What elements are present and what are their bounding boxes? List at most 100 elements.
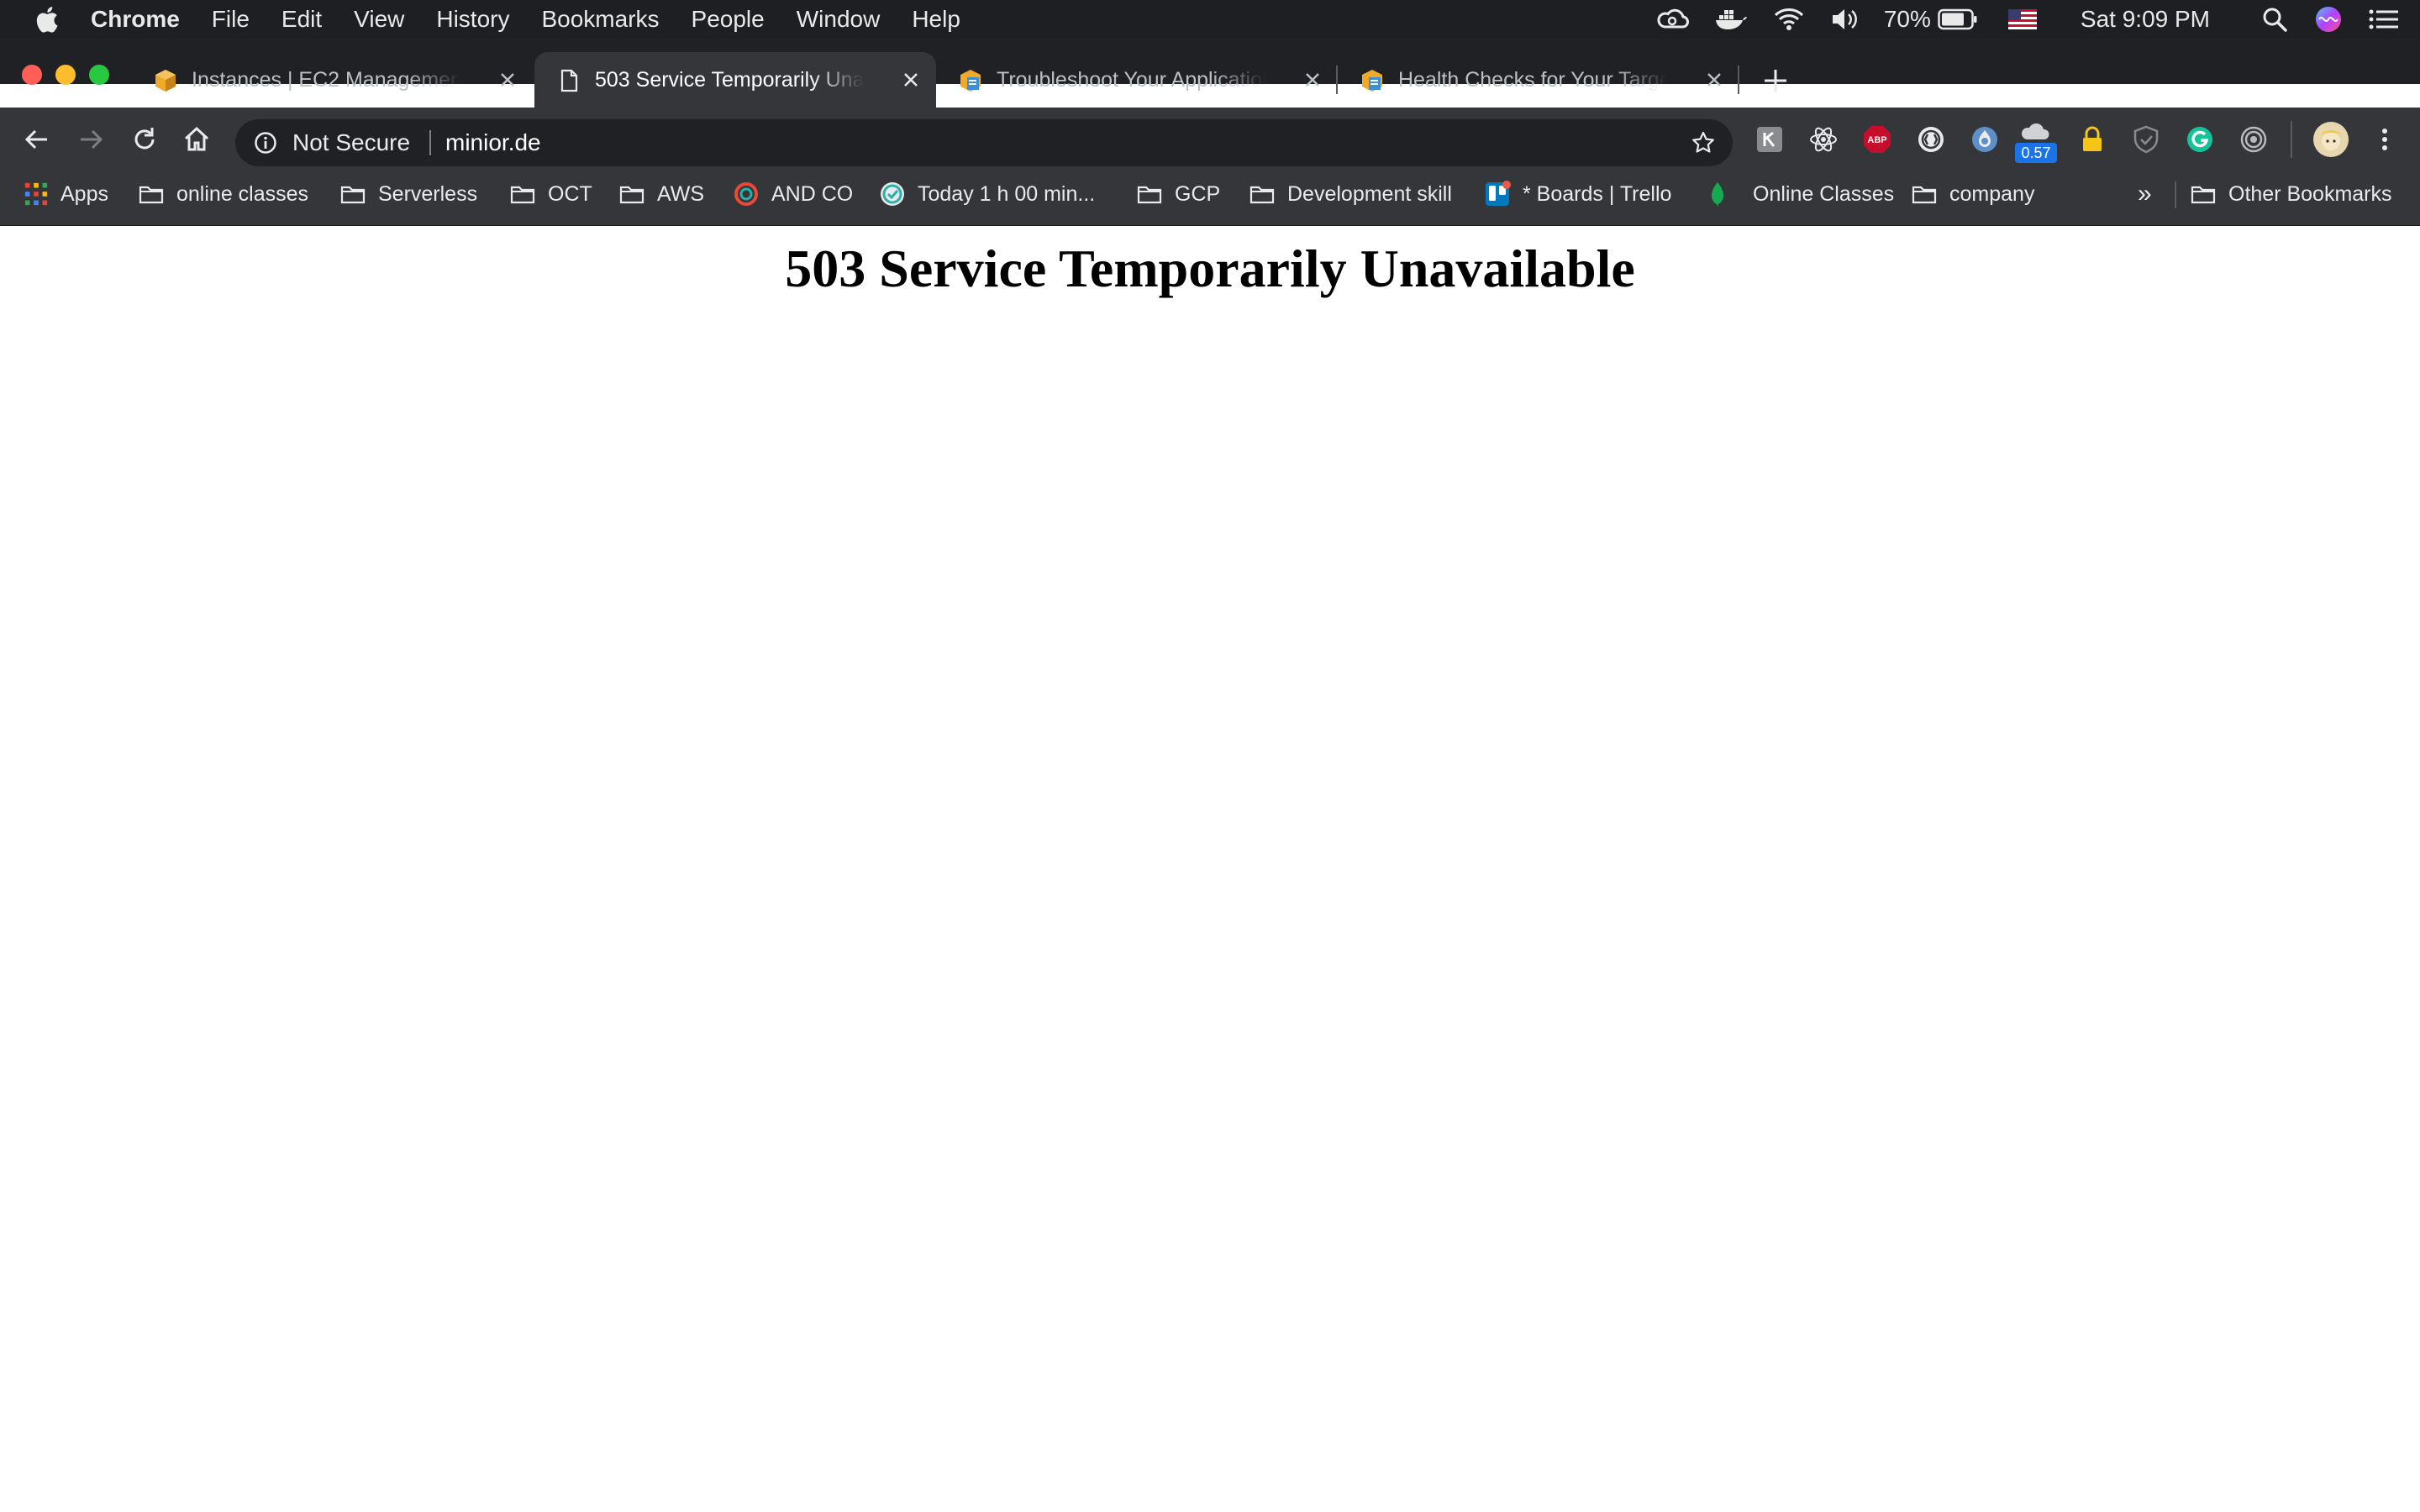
bookmark-label: AWS <box>657 182 705 206</box>
minimize-window-button[interactable] <box>55 65 76 85</box>
close-tab-icon[interactable] <box>1704 70 1724 90</box>
bookmark-label: AND CO <box>771 182 854 206</box>
weather-extension[interactable]: 0.57 <box>2015 119 2057 166</box>
app-menus: Chrome File Edit View History Bookmarks … <box>91 0 992 39</box>
trello-icon <box>1486 181 1511 206</box>
spotlight-search-icon[interactable] <box>2260 5 2289 34</box>
volume-icon[interactable] <box>1830 7 1860 32</box>
tab-title: Instances | EC2 Management Console <box>192 68 460 92</box>
bookmark-label: Other Bookmarks <box>2228 182 2392 206</box>
bookmark-trello-boards[interactable]: * Boards | Trello <box>1484 171 1671 217</box>
tab-separator <box>1738 66 1739 94</box>
bookmark-folder-serverless[interactable]: Serverless <box>339 171 477 217</box>
reload-button[interactable] <box>129 124 160 155</box>
folder-icon <box>340 186 366 204</box>
tab-troubleshoot-load-balancers[interactable]: Troubleshoot Your Application Load Balan… <box>936 52 1338 108</box>
page-heading: 503 Service Temporarily Unavailable <box>785 239 1635 298</box>
menu-help[interactable]: Help <box>912 0 960 39</box>
url-text[interactable]: minior.de <box>445 119 541 166</box>
notification-center-icon[interactable] <box>2368 7 2400 32</box>
andco-icon <box>734 182 758 206</box>
bookmark-folder-development-skill[interactable]: Development skill <box>1249 171 1452 217</box>
close-tab-icon[interactable] <box>1302 70 1323 90</box>
tab-title: Troubleshoot Your Application Load Balan… <box>997 68 1265 92</box>
menu-bookmarks[interactable]: Bookmarks <box>541 0 659 39</box>
bookmark-folder-oct[interactable]: OCT <box>509 171 592 217</box>
bookmark-folder-company[interactable]: company <box>1911 171 2034 217</box>
folder-icon <box>1249 186 1275 204</box>
close-tab-icon[interactable] <box>497 70 518 90</box>
chrome-menu-icon[interactable] <box>2370 124 2400 155</box>
target-icon[interactable] <box>2238 124 2269 155</box>
forward-button[interactable] <box>76 124 106 155</box>
close-tab-icon[interactable] <box>901 70 921 90</box>
menu-view[interactable]: View <box>354 0 404 39</box>
menu-window[interactable]: Window <box>797 0 881 39</box>
toolbar-separator <box>2291 121 2292 158</box>
shield-icon[interactable] <box>2131 124 2161 155</box>
bookmark-label: Development skill <box>1287 182 1452 206</box>
apps-grid-icon <box>24 182 48 206</box>
menu-file[interactable]: File <box>212 0 250 39</box>
bookmark-folder-aws[interactable]: AWS <box>618 171 704 217</box>
clock[interactable]: Sat 9:09 PM <box>2081 0 2210 39</box>
menu-edit[interactable]: Edit <box>281 0 322 39</box>
tab-health-checks-target-groups[interactable]: Health Checks for Your Target Groups <box>1338 52 1739 108</box>
bookmark-folder-online-classes[interactable]: online classes <box>138 171 308 217</box>
bookmark-apps[interactable]: Apps <box>24 171 108 217</box>
back-button[interactable] <box>22 124 52 155</box>
extension-badge: 0.57 <box>2015 143 2057 163</box>
bookmarks-separator <box>2175 181 2176 208</box>
apple-icon[interactable] <box>34 5 59 34</box>
siri-icon[interactable] <box>2314 5 2343 34</box>
adblock-plus-icon[interactable]: ABP <box>1862 124 1892 155</box>
profile-avatar[interactable] <box>2312 121 2349 158</box>
zoom-window-button[interactable] <box>89 65 109 85</box>
grammarly-icon[interactable] <box>2185 124 2215 155</box>
bookmark-label: Online Classes <box>1753 182 1895 206</box>
macos-menu-bar: Chrome File Edit View History Bookmarks … <box>0 0 2420 39</box>
bookmark-other-bookmarks[interactable]: Other Bookmarks <box>2190 171 2392 217</box>
home-button[interactable] <box>182 124 212 155</box>
new-tab-button[interactable] <box>1761 66 1790 95</box>
not-secure-label[interactable]: Not Secure <box>292 119 410 166</box>
bookmark-today-timer[interactable]: Today 1 h 00 min... <box>879 171 1095 217</box>
tab-503-service-unavailable[interactable]: 503 Service Temporarily Unavailable <box>534 52 936 108</box>
aws-docs-icon <box>1362 70 1382 92</box>
bookmark-label: OCT <box>548 182 592 206</box>
weather-icon <box>2021 123 2049 140</box>
site-info-icon[interactable] <box>254 131 277 155</box>
browser-toolbar: Not Secure minior.de ABP 0.57 <box>0 108 2420 171</box>
docker-icon[interactable] <box>1714 7 1748 32</box>
bookmark-label: Apps <box>60 182 108 206</box>
lock-icon[interactable] <box>2077 124 2107 155</box>
grey-extension-icon[interactable] <box>1754 124 1785 155</box>
address-bar[interactable]: Not Secure minior.de <box>235 119 1733 166</box>
blue-drop-icon[interactable] <box>1970 124 2000 155</box>
menu-bar-status-area: 70% Sat 9:09 PM <box>1630 0 2400 39</box>
bookmark-label: online classes <box>176 182 309 206</box>
menu-history[interactable]: History <box>436 0 509 39</box>
tab-ec2-instances[interactable]: Instances | EC2 Management Console <box>131 52 533 108</box>
menu-app-chrome[interactable]: Chrome <box>91 0 180 39</box>
bookmark-star-icon[interactable] <box>1691 130 1716 155</box>
tab-title: Health Checks for Your Target Groups <box>1398 68 1667 92</box>
bookmark-and-co[interactable]: AND CO <box>733 171 853 217</box>
bookmark-label: Serverless <box>378 182 478 206</box>
timer-icon <box>881 182 904 206</box>
address-separator <box>429 130 431 155</box>
bookmarks-overflow-button[interactable]: » <box>2138 171 2152 217</box>
close-window-button[interactable] <box>22 65 42 85</box>
creative-cloud-icon[interactable] <box>1655 7 1689 32</box>
wifi-icon[interactable] <box>1773 7 1805 32</box>
battery-icon[interactable] <box>1938 8 1978 30</box>
us-flag-icon[interactable] <box>2007 9 2037 29</box>
page-icon <box>560 69 578 92</box>
tab-title: 503 Service Temporarily Unavailable <box>595 68 864 92</box>
mongodb-leaf-icon <box>1712 182 1723 207</box>
bookmark-online-classes-mongodb[interactable]: Online Classes <box>1704 171 1894 217</box>
menu-people[interactable]: People <box>692 0 765 39</box>
extension-icon[interactable] <box>1916 124 1946 155</box>
react-devtools-icon[interactable] <box>1808 124 1839 155</box>
bookmark-folder-gcp[interactable]: GCP <box>1136 171 1220 217</box>
